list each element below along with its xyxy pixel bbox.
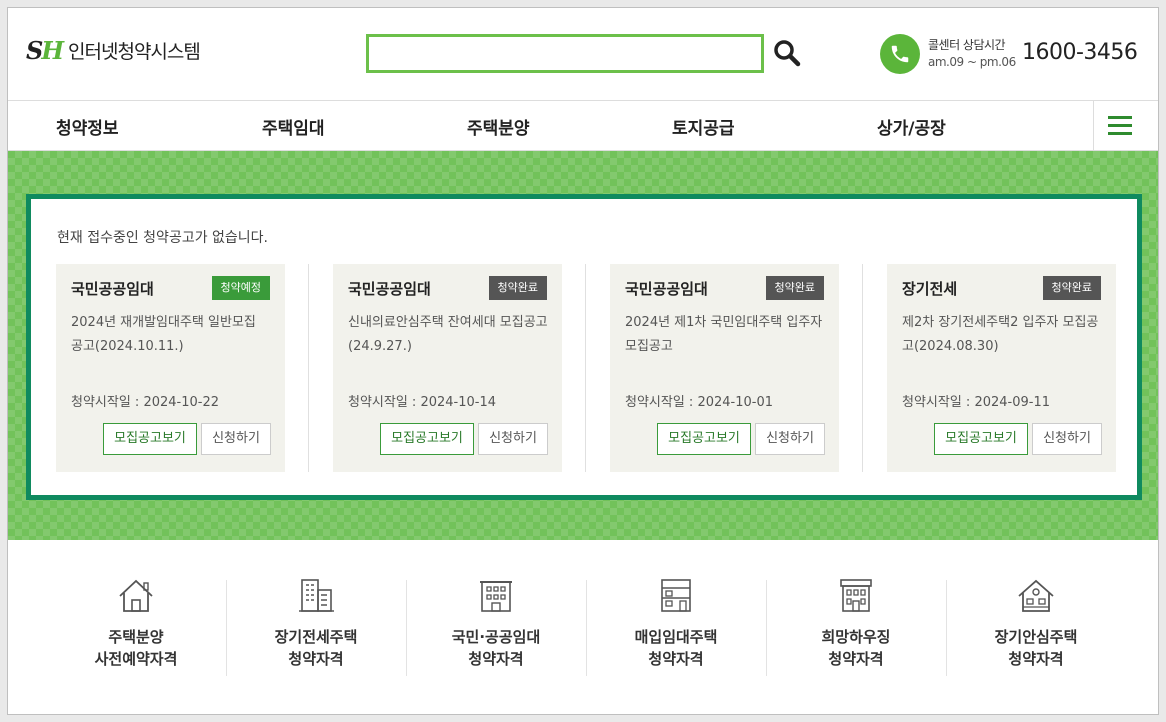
announcement-panel: 현재 접수중인 청약공고가 없습니다. 국민공공임대 청약예정 2024년 재개… [26, 194, 1142, 500]
site-logo[interactable]: SH 인터넷청약시스템 [26, 36, 200, 65]
townhouse-icon [656, 576, 696, 616]
card-divider [862, 264, 863, 472]
quick-link-public-rental[interactable]: 국민·공공임대청약자격 [406, 576, 586, 676]
callcenter-label: 콜센터 상담시간 [928, 37, 1016, 54]
status-badge: 청약완료 [1043, 276, 1101, 300]
building-icon [476, 576, 516, 616]
callcenter-info: 콜센터 상담시간 am.09 ~ pm.06 [928, 37, 1016, 71]
nav-item-subscription-info[interactable]: 청약정보 [56, 114, 119, 139]
view-notice-button[interactable]: 모집공고보기 [934, 423, 1028, 455]
callcenter-hours: am.09 ~ pm.06 [928, 54, 1016, 71]
nav-item-store-factory[interactable]: 상가/공장 [877, 114, 946, 139]
card-start-date: 청약시작일 : 2024-10-22 [71, 391, 219, 410]
apply-button[interactable]: 신청하기 [1032, 423, 1102, 455]
quick-link-subtitle: 청약자격 [406, 648, 586, 670]
apply-button[interactable]: 신청하기 [755, 423, 825, 455]
view-notice-button[interactable]: 모집공고보기 [103, 423, 197, 455]
quick-link-title: 희망하우징 [766, 626, 946, 648]
announcement-card: 국민공공임대 청약완료 신내의료안심주택 잔여세대 모집공고(24.9.27.)… [333, 264, 562, 472]
card-description[interactable]: 2024년 재개발임대주택 일반모집 공고(2024.10.11.) [71, 311, 271, 359]
status-badge: 청약예정 [212, 276, 270, 300]
browser-frame: SH 인터넷청약시스템 콜센터 상담시간 am.09 ~ pm.06 1600-… [7, 7, 1159, 715]
nav-item-housing-rental[interactable]: 주택임대 [262, 114, 325, 139]
main-nav: 청약정보 주택임대 주택분양 토지공급 상가/공장 [8, 100, 1159, 151]
announcement-card: 국민공공임대 청약완료 2024년 제1차 국민임대주택 입주자 모집공고 청약… [610, 264, 839, 472]
nav-item-land-supply[interactable]: 토지공급 [672, 114, 735, 139]
quick-link-title: 국민·공공임대 [406, 626, 586, 648]
site-header: SH 인터넷청약시스템 콜센터 상담시간 am.09 ~ pm.06 1600-… [8, 8, 1159, 100]
view-notice-button[interactable]: 모집공고보기 [657, 423, 751, 455]
card-title: 국민공공임대 [625, 278, 708, 299]
quick-link-subtitle: 사전예약자격 [46, 648, 226, 670]
quick-link-subtitle: 청약자격 [226, 648, 406, 670]
quick-link-title: 매입임대주택 [586, 626, 766, 648]
logo-mark: SH [26, 36, 62, 65]
card-divider [308, 264, 309, 472]
phone-icon [880, 34, 920, 74]
search-icon[interactable] [772, 38, 802, 68]
apply-button[interactable]: 신청하기 [478, 423, 548, 455]
hamburger-icon[interactable] [1093, 101, 1145, 150]
card-divider [585, 264, 586, 472]
nav-item-housing-sale[interactable]: 주택분양 [467, 114, 530, 139]
quick-link-title: 장기전세주택 [226, 626, 406, 648]
notice-text: 현재 접수중인 청약공고가 없습니다. [57, 227, 268, 247]
house-icon [116, 576, 156, 616]
logo-text: 인터넷청약시스템 [68, 37, 200, 64]
announcement-card: 장기전세 청약완료 제2차 장기전세주택2 입주자 모집공고(2024.08.3… [887, 264, 1116, 472]
status-badge: 청약완료 [489, 276, 547, 300]
announcement-card: 국민공공임대 청약예정 2024년 재개발임대주택 일반모집 공고(2024.1… [56, 264, 285, 472]
quick-link-purchase-rental[interactable]: 매입임대주택청약자격 [586, 576, 766, 676]
status-badge: 청약완료 [766, 276, 824, 300]
view-notice-button[interactable]: 모집공고보기 [380, 423, 474, 455]
eligibility-links: 주택분양사전예약자격 장기전세주택청약자격 국민·공공임대청약자격 [8, 540, 1159, 715]
announcement-banner: 현재 접수중인 청약공고가 없습니다. 국민공공임대 청약예정 2024년 재개… [8, 151, 1159, 540]
card-start-date: 청약시작일 : 2024-09-11 [902, 391, 1050, 410]
quick-link-safe-housing[interactable]: 장기안심주택청약자격 [946, 576, 1126, 676]
card-title: 국민공공임대 [71, 278, 154, 299]
quick-link-title: 장기안심주택 [946, 626, 1126, 648]
dormitory-icon [836, 576, 876, 616]
quick-link-subtitle: 청약자격 [946, 648, 1126, 670]
card-title: 국민공공임대 [348, 278, 431, 299]
quick-link-long-term-jeonse[interactable]: 장기전세주택청약자격 [226, 576, 406, 676]
quick-link-hope-housing[interactable]: 희망하우징청약자격 [766, 576, 946, 676]
safe-house-icon [1016, 576, 1056, 616]
card-description[interactable]: 제2차 장기전세주택2 입주자 모집공고(2024.08.30) [902, 311, 1102, 359]
apply-button[interactable]: 신청하기 [201, 423, 271, 455]
quick-link-subtitle: 청약자격 [766, 648, 946, 670]
card-description[interactable]: 신내의료안심주택 잔여세대 모집공고(24.9.27.) [348, 311, 548, 359]
quick-link-pre-reservation[interactable]: 주택분양사전예약자격 [46, 576, 226, 676]
phone-number: 1600-3456 [1022, 40, 1137, 65]
card-title: 장기전세 [902, 278, 957, 299]
card-start-date: 청약시작일 : 2024-10-01 [625, 391, 773, 410]
quick-link-title: 주택분양 [46, 626, 226, 648]
apartment-icon [296, 576, 336, 616]
search-input[interactable] [366, 34, 764, 73]
quick-link-subtitle: 청약자격 [586, 648, 766, 670]
card-start-date: 청약시작일 : 2024-10-14 [348, 391, 496, 410]
card-description[interactable]: 2024년 제1차 국민임대주택 입주자 모집공고 [625, 311, 825, 359]
